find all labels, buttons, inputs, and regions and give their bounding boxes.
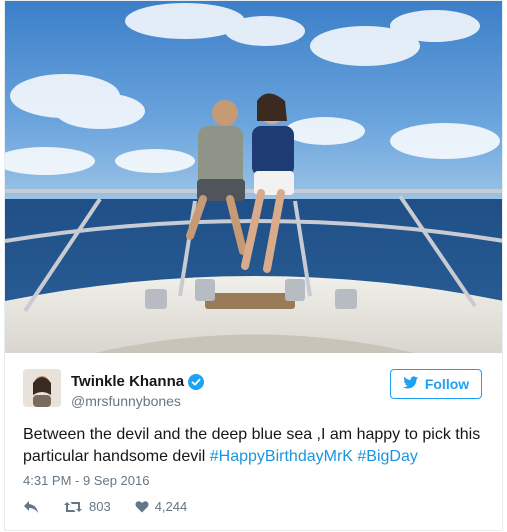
like-button[interactable]: 4,244 [135,499,188,514]
avatar-image [23,369,61,407]
verified-badge-icon [188,373,205,390]
tweet-text: Between the devil and the deep blue sea … [23,424,493,468]
follow-button[interactable]: Follow [390,369,482,399]
tweet-actions: 803 4,244 [23,499,211,514]
tweet-timestamp[interactable]: 4:31 PM - 9 Sep 2016 [23,473,149,488]
retweet-count: 803 [89,499,111,514]
hashtag-bigday[interactable]: #BigDay [357,448,417,465]
follow-label: Follow [424,376,470,392]
like-count: 4,244 [154,499,188,514]
display-name[interactable]: Twinkle Khanna [71,373,184,390]
name-row: Twinkle Khanna [71,373,205,390]
heart-icon [135,500,149,513]
reply-icon [23,500,39,514]
user-handle[interactable]: @mrsfunnybones [71,393,181,409]
twitter-bird-icon [402,375,419,393]
tweet-header: Twinkle Khanna @mrsfunnybones Follow [5,353,502,423]
reply-button[interactable] [23,500,39,514]
retweet-icon [63,500,83,514]
hashtag-happybirthdaymrk[interactable]: #HappyBirthdayMrK [210,448,353,465]
tweet-card: Twinkle Khanna @mrsfunnybones Follow Bet… [4,0,503,531]
retweet-button[interactable]: 803 [63,499,111,514]
tweet-photo[interactable] [5,1,502,353]
yacht-bow-photo [5,1,502,353]
avatar[interactable] [23,369,61,407]
